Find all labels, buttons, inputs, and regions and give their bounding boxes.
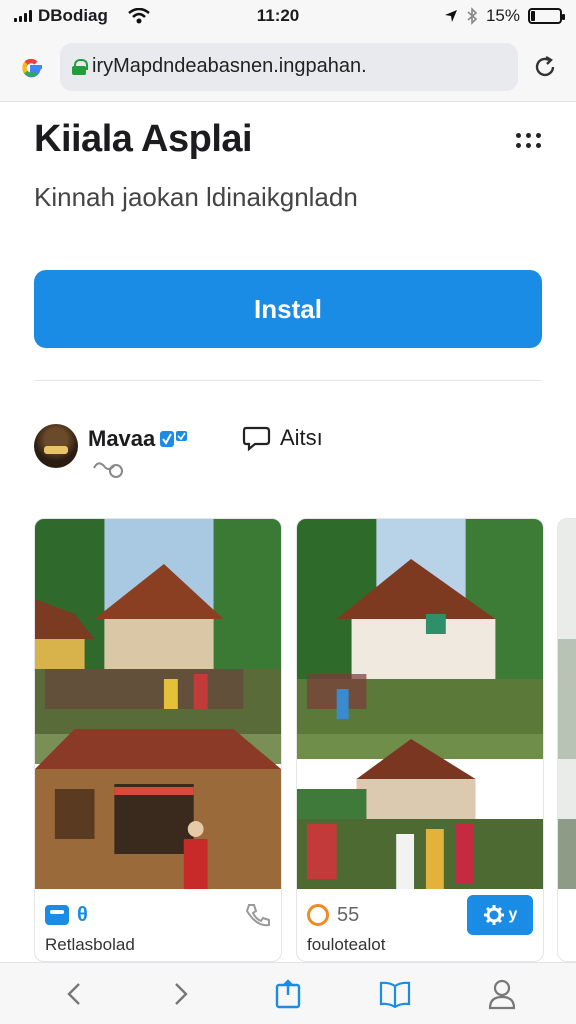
bookmarks-icon bbox=[380, 981, 411, 1008]
bookmarks-button[interactable] bbox=[375, 974, 415, 1014]
battery-percent: 15% bbox=[485, 6, 520, 25]
battery-fill bbox=[531, 11, 536, 21]
gear-icon bbox=[483, 905, 504, 925]
verified-badge-icon bbox=[160, 431, 188, 447]
install-button[interactable]: Instal bbox=[34, 270, 542, 348]
forward-button[interactable] bbox=[161, 974, 201, 1014]
divider bbox=[34, 380, 542, 381]
chat-bubble-icon bbox=[242, 426, 271, 452]
avatar[interactable] bbox=[34, 424, 78, 468]
bluetooth-icon bbox=[467, 7, 478, 25]
wifi-icon bbox=[128, 8, 150, 24]
village-photo bbox=[297, 519, 543, 889]
address-bar[interactable]: iryMapdndeabasnen.ingpahan. bbox=[60, 42, 518, 91]
link-icon bbox=[93, 462, 123, 478]
back-button[interactable] bbox=[54, 974, 94, 1014]
lock-icon bbox=[72, 58, 88, 75]
card-count: 55 bbox=[337, 903, 360, 926]
status-time: 11:20 bbox=[256, 6, 300, 25]
google-logo-icon[interactable] bbox=[18, 53, 46, 81]
village-photo bbox=[35, 519, 281, 889]
status-bar: DBodiag 11:20 15% bbox=[0, 0, 576, 32]
card-meta: θ bbox=[35, 895, 281, 935]
village-photo bbox=[558, 519, 576, 889]
tag-icon bbox=[45, 905, 69, 925]
chat-label: Aitsı bbox=[280, 425, 323, 450]
app-title: Kiiala Asplai bbox=[34, 118, 253, 160]
card-meta: 55 y bbox=[297, 895, 543, 935]
url-text: iryMapdndeabasnen.ingpahan. bbox=[92, 55, 367, 77]
app-subtitle: Kinnah jaokan ldinaikgnladn bbox=[34, 182, 358, 212]
share-icon bbox=[275, 978, 301, 1008]
more-options-icon[interactable] bbox=[514, 128, 542, 152]
forward-icon bbox=[174, 982, 188, 1005]
back-icon bbox=[66, 982, 80, 1005]
location-icon bbox=[444, 10, 457, 22]
status-right: 15% bbox=[362, 6, 565, 26]
gallery-card[interactable]: θ Retlasbolad bbox=[34, 518, 282, 962]
carrier-label: DBodiag bbox=[38, 6, 108, 25]
signal-icon bbox=[14, 10, 32, 22]
author-name-row[interactable]: Mavaa bbox=[88, 426, 189, 452]
gallery-card[interactable]: 55 y foulotealot bbox=[296, 518, 544, 962]
account-button[interactable] bbox=[482, 974, 522, 1014]
reload-icon[interactable] bbox=[532, 54, 558, 80]
share-button[interactable] bbox=[268, 974, 308, 1014]
score-icon bbox=[307, 904, 329, 926]
account-icon bbox=[489, 979, 516, 1009]
browser-toolbar bbox=[0, 962, 576, 1024]
chat-button[interactable]: Aitsı bbox=[242, 424, 323, 452]
card-count: θ bbox=[77, 903, 88, 926]
battery-icon bbox=[528, 8, 565, 24]
gallery-card-partial[interactable] bbox=[557, 518, 576, 962]
settings-button-label: y bbox=[508, 906, 518, 923]
browser-bar: iryMapdndeabasnen.ingpahan. bbox=[0, 32, 576, 102]
card-caption: foulotealot bbox=[307, 935, 386, 954]
author-name: Mavaa bbox=[88, 426, 156, 451]
settings-button[interactable]: y bbox=[467, 895, 533, 935]
card-caption: Retlasbolad bbox=[45, 935, 135, 954]
phone-icon[interactable] bbox=[243, 901, 271, 929]
